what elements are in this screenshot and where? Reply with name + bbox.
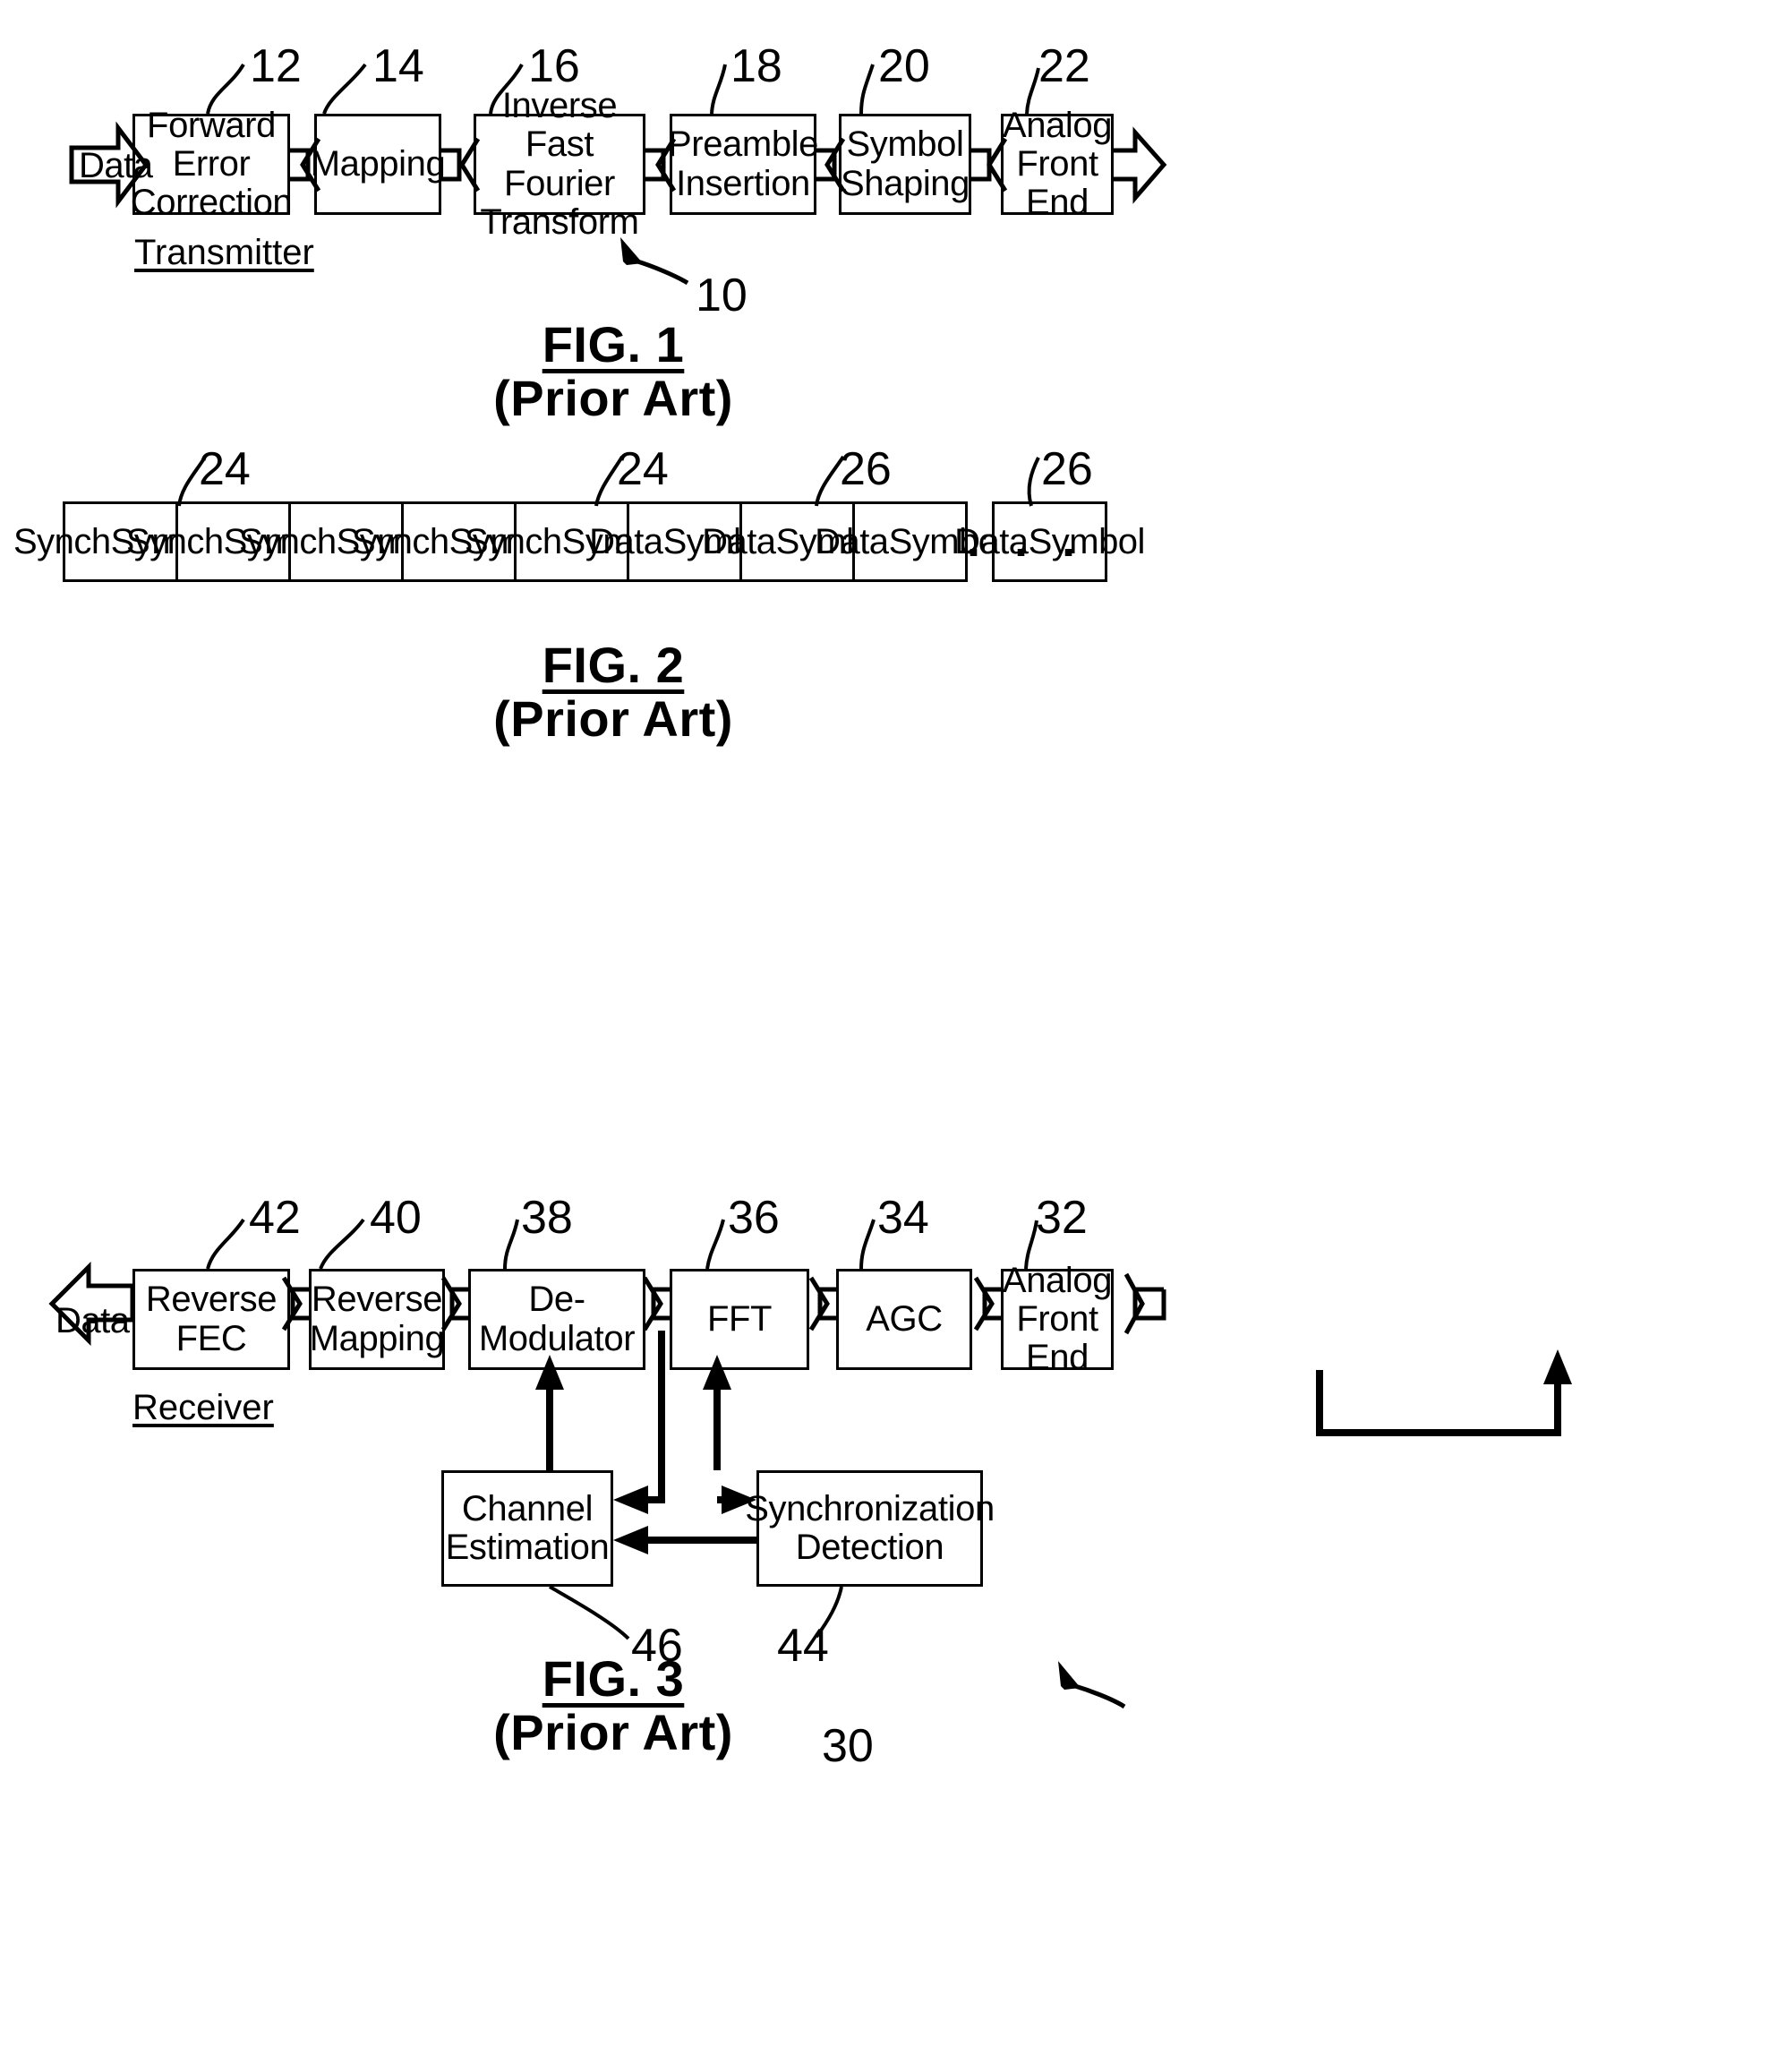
- frame-cell-data-3: DataSymbol: [815, 501, 1005, 582]
- reference-numeral-12: 12: [250, 40, 302, 92]
- cell-line: Data: [702, 522, 776, 561]
- block-agc: AGC: [836, 1269, 972, 1370]
- block-line: Modulator: [478, 1318, 636, 1358]
- reference-numeral-22: 22: [1038, 40, 1090, 92]
- block-line: Channel: [461, 1488, 594, 1528]
- reference-numeral-36: 36: [728, 1192, 780, 1244]
- block-preamble-insertion: Preamble Insertion: [668, 114, 818, 215]
- cell-line: Synch: [351, 522, 449, 561]
- block-line: Error: [172, 143, 251, 184]
- block-synchronization-detection: Synchronization Detection: [745, 1470, 995, 1587]
- reference-numeral-16: 16: [528, 40, 580, 92]
- reference-numeral-24-a: 24: [199, 443, 251, 495]
- figure-2-subcaption: (Prior Art): [493, 690, 733, 747]
- receiver-label: Receiver: [132, 1388, 274, 1427]
- figure-1: 12 14 16 18 20 22 Forward Error Correcti…: [0, 0, 1777, 426]
- data-output-label: Data: [56, 1301, 130, 1340]
- block-line: De-: [528, 1280, 585, 1320]
- block-line: Mapping: [309, 1318, 445, 1358]
- block-symbol-shaping: Symbol Shaping: [839, 114, 971, 215]
- block-line: Front: [1016, 143, 1098, 184]
- reference-numeral-42: 42: [249, 1192, 301, 1244]
- block-line: Shaping: [841, 163, 970, 203]
- block-line: Forward: [147, 105, 276, 145]
- figure-1-caption: FIG. 1: [542, 316, 685, 372]
- frame-ellipsis: · · ·: [967, 526, 1087, 579]
- block-forward-error-correction: Forward Error Correction: [131, 106, 293, 222]
- block-analog-front-end-rx: Analog Front End: [1001, 1261, 1114, 1377]
- block-channel-estimation: Channel Estimation: [441, 1470, 613, 1587]
- block-line: AGC: [866, 1298, 943, 1339]
- block-line: Preamble: [668, 124, 818, 165]
- block-line: Fast Fourier: [504, 124, 615, 203]
- block-line: Mapping: [310, 143, 446, 184]
- reference-numeral-32: 32: [1036, 1192, 1088, 1244]
- block-reverse-mapping: Reverse Mapping: [309, 1269, 445, 1370]
- reference-numeral-24-b: 24: [617, 443, 669, 495]
- block-line: Correction: [130, 183, 293, 223]
- reference-numeral-18: 18: [730, 40, 782, 92]
- cell-line: Synch: [464, 522, 562, 561]
- block-line: Reverse: [311, 1280, 443, 1320]
- figure-3: 42 40 38 36 34 32 Reverse FEC Reverse Ma…: [0, 1192, 1777, 2072]
- block-line: FEC: [175, 1318, 247, 1358]
- reference-numeral-38: 38: [521, 1192, 573, 1244]
- data-input-label: Data: [79, 146, 153, 185]
- patent-drawing-sheet: 12 14 16 18 20 22 Forward Error Correcti…: [0, 0, 1777, 2072]
- block-line: Detection: [795, 1528, 944, 1567]
- block-line: Reverse: [145, 1280, 278, 1320]
- block-inverse-fast-fourier-transform: Inverse Fast Fourier Transform: [474, 86, 645, 241]
- block-line: Front: [1016, 1298, 1098, 1339]
- block-line: FFT: [706, 1298, 773, 1339]
- cell-line: Data: [589, 522, 663, 561]
- block-line: Synchronization: [745, 1488, 995, 1528]
- transmitter-label: Transmitter: [134, 233, 314, 272]
- reference-numeral-26-b: 26: [1041, 443, 1093, 495]
- figure-2-caption: FIG. 2: [542, 637, 685, 693]
- block-line: Estimation: [445, 1528, 610, 1567]
- cell-line: Data: [815, 522, 889, 561]
- block-line: End: [1026, 1338, 1089, 1378]
- block-fft: FFT: [670, 1269, 809, 1370]
- reference-numeral-14: 14: [372, 40, 424, 92]
- figure-3-subcaption: (Prior Art): [493, 1704, 733, 1760]
- block-line: Analog: [1002, 1260, 1113, 1300]
- figure-2: 24 24 26 26 SynchSymbol SynchSymbol Sync…: [0, 430, 1777, 752]
- block-line: End: [1026, 183, 1089, 223]
- cell-line: Synch: [238, 522, 337, 561]
- figure-3-caption: FIG. 3: [542, 1650, 685, 1707]
- reference-numeral-10: 10: [696, 270, 748, 321]
- reference-numeral-34: 34: [877, 1192, 929, 1244]
- block-line: Insertion: [676, 163, 810, 203]
- block-line: Inverse: [501, 86, 618, 126]
- block-line: Symbol: [846, 124, 964, 165]
- reference-numeral-40: 40: [370, 1192, 422, 1244]
- figure-1-subcaption: (Prior Art): [493, 370, 733, 426]
- block-analog-front-end-tx: Analog Front End: [1001, 106, 1114, 222]
- cell-line: Synch: [13, 522, 111, 561]
- reference-numeral-20: 20: [878, 40, 930, 92]
- block-de-modulator: De- Modulator: [468, 1269, 645, 1370]
- block-line: Analog: [1002, 105, 1113, 145]
- block-reverse-fec: Reverse FEC: [132, 1269, 290, 1370]
- block-line: Transform: [480, 201, 639, 242]
- block-mapping: Mapping: [311, 114, 446, 215]
- cell-line: Synch: [125, 522, 224, 561]
- reference-numeral-26-a: 26: [840, 443, 892, 495]
